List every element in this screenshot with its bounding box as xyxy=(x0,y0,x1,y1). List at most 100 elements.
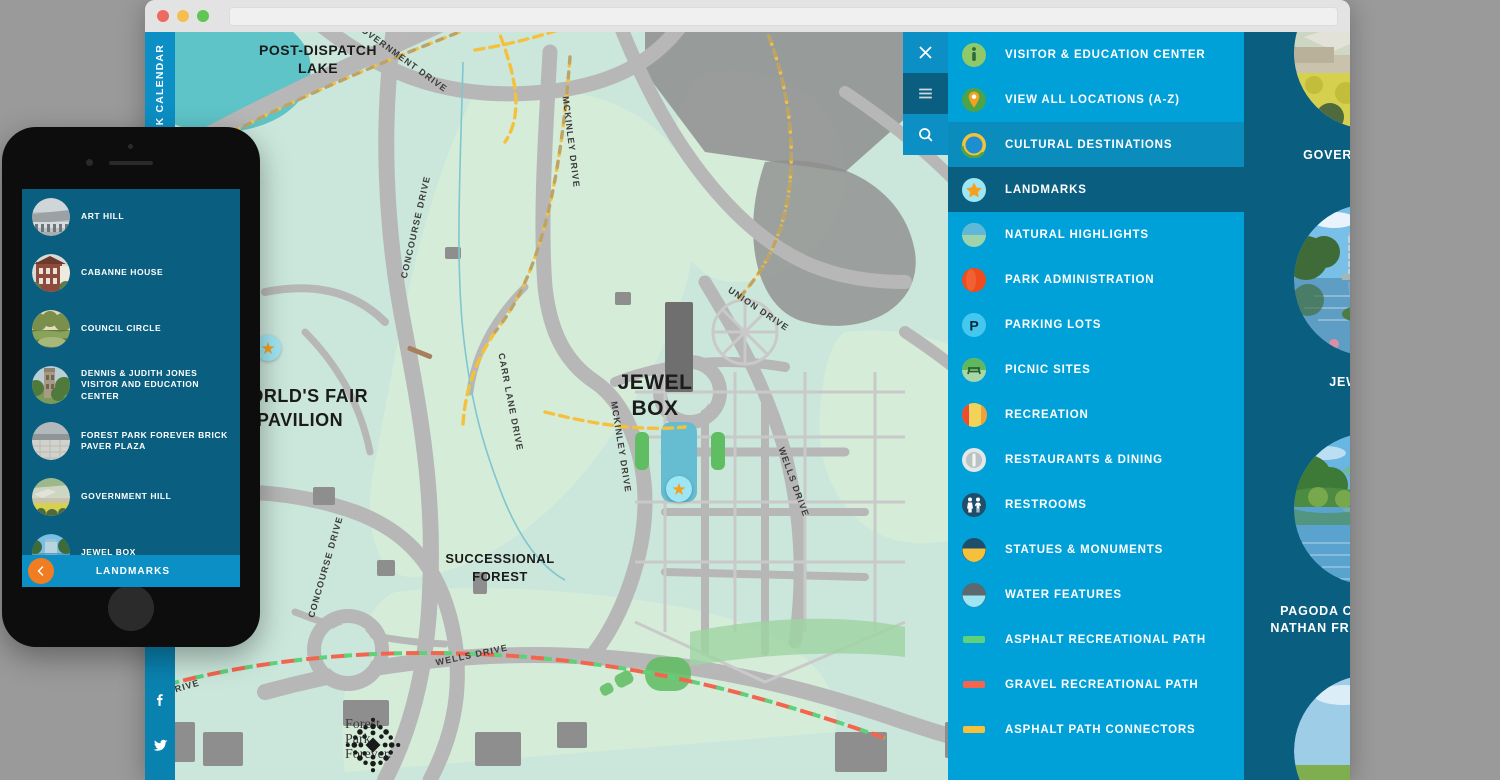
legend-label: ASPHALT RECREATIONAL PATH xyxy=(1005,633,1206,646)
brick-paver-plaza-thumb xyxy=(32,422,70,460)
category-label: PICNIC SITES xyxy=(1005,363,1091,376)
category-item-picnic-sites[interactable]: PICNIC SITES xyxy=(948,347,1244,392)
category-item-restrooms[interactable]: RESTROOMS xyxy=(948,482,1244,527)
government-hill-photo xyxy=(1293,32,1350,129)
window-maximize-button[interactable] xyxy=(197,10,209,22)
map-pin-icon xyxy=(961,87,987,113)
category-item-view-all-locations[interactable]: VIEW ALL LOCATIONS (A-Z) xyxy=(948,77,1244,122)
twitter-icon xyxy=(152,739,168,751)
facebook-link[interactable] xyxy=(145,680,175,718)
category-item-visitor-education-center[interactable]: VISITOR & EDUCATION CENTER xyxy=(948,32,1244,77)
close-map-panel-button[interactable] xyxy=(903,32,948,73)
phone-sensor xyxy=(128,144,133,149)
location-card[interactable]: JEWEL BOX xyxy=(1244,203,1350,391)
category-item-landmarks[interactable]: LANDMARKS xyxy=(948,167,1244,212)
category-item-natural-highlights[interactable]: NATURAL HIGHLIGHTS xyxy=(948,212,1244,257)
cultural-circle-icon xyxy=(961,131,987,158)
parking-circle-icon: P xyxy=(961,312,987,338)
phone-mockup: ART HILL CABANNE HOUSE COUNCIL CIRCLE DE… xyxy=(2,127,260,647)
map-pin-landmark[interactable]: ★ xyxy=(666,476,692,502)
legend-label: ASPHALT PATH CONNECTORS xyxy=(1005,723,1196,736)
location-caption: JEWEL BOX xyxy=(1329,374,1350,389)
list-item[interactable]: CABANNE HOUSE xyxy=(22,245,240,301)
nature-circle-icon xyxy=(961,222,987,248)
category-item-water-features[interactable]: WATER FEATURES xyxy=(948,572,1244,617)
category-label: STATUES & MONUMENTS xyxy=(1005,543,1164,556)
list-item[interactable]: COUNCIL CIRCLE xyxy=(22,301,240,357)
screenshot-root: POST-DISPATCH LAKE WORLD'S FAIR PAVILION J… xyxy=(0,0,1500,780)
phone-footer-label: LANDMARKS xyxy=(95,565,171,577)
path-swatch-yellow-icon xyxy=(961,717,987,743)
star-icon: ★ xyxy=(260,338,276,358)
list-item[interactable]: ART HILL xyxy=(22,189,240,245)
restroom-circle-icon xyxy=(961,492,987,518)
chevron-left-icon xyxy=(37,566,44,576)
list-item-label: GOVERNMENT HILL xyxy=(81,491,172,502)
back-button[interactable] xyxy=(28,558,54,584)
location-card[interactable] xyxy=(1244,674,1350,780)
svg-text:P: P xyxy=(969,317,978,333)
category-item-recreation[interactable]: RECREATION xyxy=(948,392,1244,437)
category-item-park-administration[interactable]: PARK ADMINISTRATION xyxy=(948,257,1244,302)
category-item-cultural-destinations[interactable]: CULTURAL DESTINATIONS xyxy=(948,122,1244,167)
category-label: PARK ADMINISTRATION xyxy=(1005,273,1155,286)
browser-window: POST-DISPATCH LAKE WORLD'S FAIR PAVILION J… xyxy=(145,0,1350,780)
forest-park-forever-logo: Forest Park Forever. xyxy=(345,717,401,772)
location-photo-panel[interactable]: ✕ xyxy=(1244,32,1350,780)
twitter-link[interactable] xyxy=(145,726,175,764)
category-label: PARKING LOTS xyxy=(1005,318,1102,331)
menu-button[interactable] xyxy=(903,73,948,114)
category-label: RESTAURANTS & DINING xyxy=(1005,453,1163,466)
star-icon: ★ xyxy=(671,479,687,499)
category-menu-panel[interactable]: VISITOR & EDUCATION CENTER VIEW ALL LOCA… xyxy=(948,32,1244,780)
window-minimize-button[interactable] xyxy=(177,10,189,22)
phone-speaker xyxy=(109,161,153,165)
info-circle-icon xyxy=(961,42,987,68)
location-card[interactable]: PAGODA CIRCLE AND THE NATHAN FRANK BANDS… xyxy=(1244,432,1350,637)
instagram-link[interactable] xyxy=(145,772,175,780)
category-label: VIEW ALL LOCATIONS (A-Z) xyxy=(1005,93,1180,106)
list-item[interactable]: FOREST PARK FOREVER BRICK PAVER PLAZA xyxy=(22,413,240,469)
hamburger-icon xyxy=(919,88,932,99)
starburst-icon xyxy=(345,717,401,772)
legend-item-asphalt-recreational-path[interactable]: ASPHALT RECREATIONAL PATH xyxy=(948,617,1244,662)
pagoda-circle-photo xyxy=(1293,432,1350,585)
category-label: VISITOR & EDUCATION CENTER xyxy=(1005,48,1206,61)
map-controls xyxy=(903,32,948,155)
list-item-label: CABANNE HOUSE xyxy=(81,267,164,278)
picnic-circle-icon xyxy=(961,357,987,383)
category-label: CULTURAL DESTINATIONS xyxy=(1005,138,1173,151)
recreation-circle-icon xyxy=(961,402,987,428)
category-item-restaurants-dining[interactable]: RESTAURANTS & DINING xyxy=(948,437,1244,482)
council-circle-thumb xyxy=(32,310,70,348)
phone-screen[interactable]: ART HILL CABANNE HOUSE COUNCIL CIRCLE DE… xyxy=(22,189,240,587)
url-bar[interactable] xyxy=(229,6,1338,26)
list-item[interactable]: DENNIS & JUDITH JONES VISITOR AND EDUCAT… xyxy=(22,357,240,413)
phone-home-button[interactable] xyxy=(108,585,154,631)
category-label: NATURAL HIGHLIGHTS xyxy=(1005,228,1149,241)
location-caption: GOVERNMENT HILL xyxy=(1303,148,1350,162)
path-swatch-red-icon xyxy=(961,672,987,698)
search-icon xyxy=(919,128,933,142)
window-close-button[interactable] xyxy=(157,10,169,22)
cabanne-house-thumb xyxy=(32,254,70,292)
category-label: WATER FEATURES xyxy=(1005,588,1122,601)
location-card[interactable]: GOVERNMENT HILL xyxy=(1244,32,1350,164)
category-label: RECREATION xyxy=(1005,408,1089,421)
category-item-parking-lots[interactable]: P PARKING LOTS xyxy=(948,302,1244,347)
list-item-label: DENNIS & JUDITH JONES VISITOR AND EDUCAT… xyxy=(81,367,200,401)
list-item[interactable]: GOVERNMENT HILL xyxy=(22,469,240,525)
list-item-label: COUNCIL CIRCLE xyxy=(81,323,162,334)
category-item-statues-monuments[interactable]: STATUES & MONUMENTS xyxy=(948,527,1244,572)
legend-item-gravel-recreational-path[interactable]: GRAVEL RECREATIONAL PATH xyxy=(948,662,1244,707)
facebook-icon xyxy=(156,693,163,706)
visitor-center-thumb xyxy=(32,366,70,404)
category-label: RESTROOMS xyxy=(1005,498,1087,511)
legend-item-asphalt-path-connectors[interactable]: ASPHALT PATH CONNECTORS xyxy=(948,707,1244,752)
water-circle-icon xyxy=(961,582,987,608)
admin-circle-icon xyxy=(961,267,987,293)
search-button[interactable] xyxy=(903,114,948,155)
close-icon xyxy=(919,46,932,59)
phone-camera xyxy=(86,159,93,166)
browser-chrome-bar xyxy=(145,0,1350,32)
